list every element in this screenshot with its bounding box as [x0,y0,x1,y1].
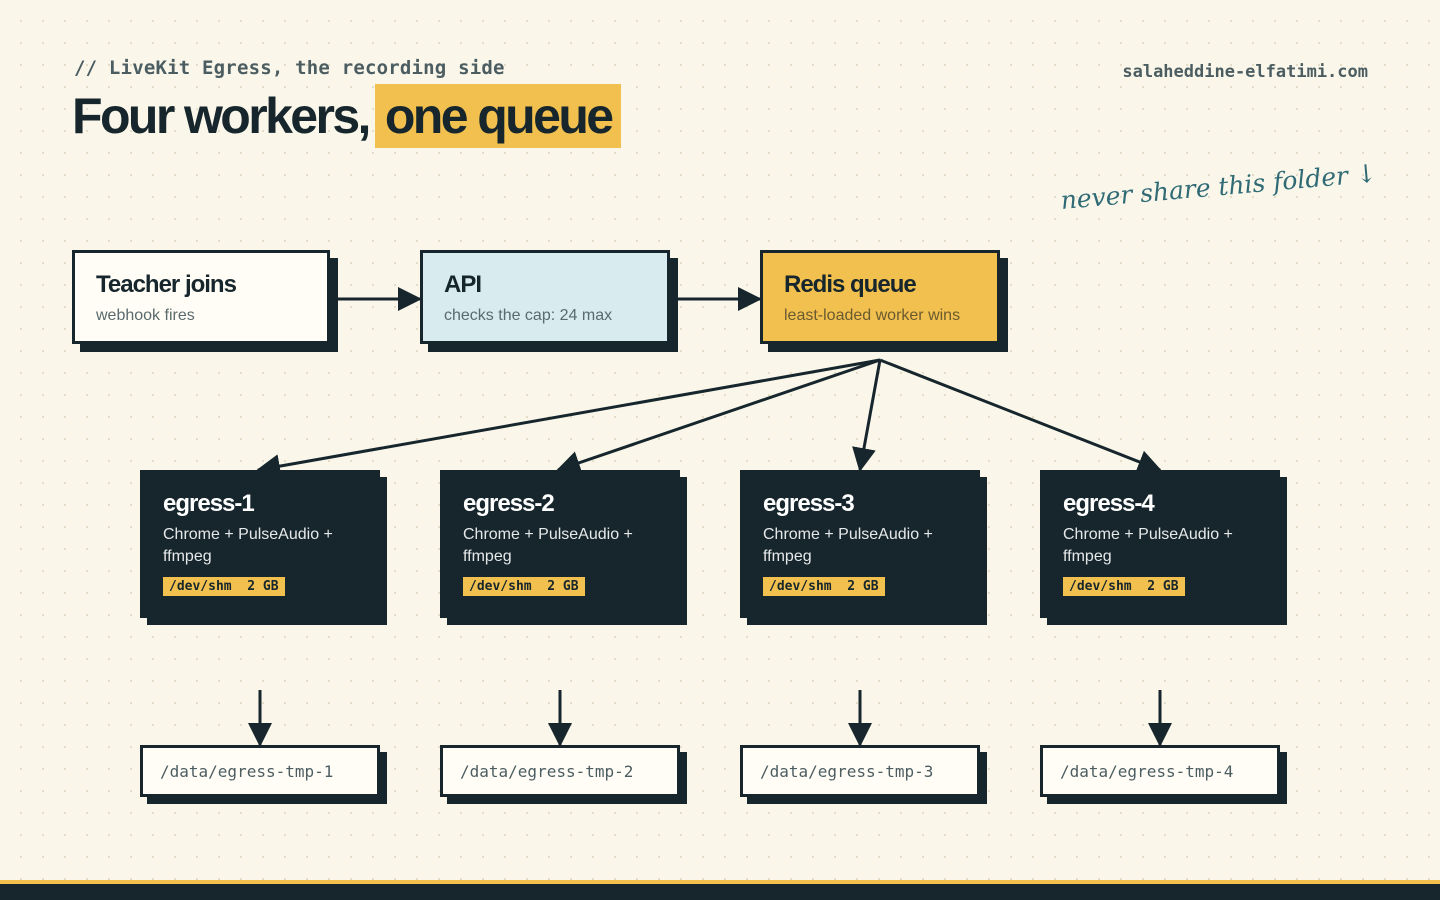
worker-egress-4: egress-4 Chrome + PulseAudio + ffmpeg /d… [1040,470,1280,618]
worker-stack: Chrome + PulseAudio + ffmpeg [1063,526,1233,565]
step-title: Teacher joins [96,271,237,298]
arrow-redis-to-egress-4 [879,358,1162,474]
folder-egress-tmp-4: /data/egress-tmp-4 [1040,745,1280,797]
folder-egress-tmp-3: /data/egress-tmp-3 [740,745,980,797]
shm-badge: /dev/shm 2 GB [163,577,285,596]
worker-egress-3: egress-3 Chrome + PulseAudio + ffmpeg /d… [740,470,980,618]
step-teacher-joins: Teacher joins webhook fires [72,250,330,344]
worker-name: egress-1 [163,490,255,517]
footer-bar [0,884,1440,900]
step-title: API [444,271,482,298]
worker-egress-2: egress-2 Chrome + PulseAudio + ffmpeg /d… [440,470,680,618]
arrow-redis-to-egress-1 [256,358,881,478]
step-subtitle: checks the cap: 24 max [444,307,613,324]
worker-stack: Chrome + PulseAudio + ffmpeg [163,526,333,565]
worker-egress-1: egress-1 Chrome + PulseAudio + ffmpeg /d… [140,470,380,618]
worker-name: egress-4 [1063,490,1155,517]
step-subtitle: least-loaded worker wins [784,307,961,324]
worker-name: egress-3 [763,490,855,517]
step-redis-queue: Redis queue least-loaded worker wins [760,250,1000,344]
shm-badge: /dev/shm 2 GB [763,577,885,596]
shm-badge: /dev/shm 2 GB [1063,577,1185,596]
step-api: API checks the cap: 24 max [420,250,670,344]
step-title: Redis queue [784,271,917,298]
folder-egress-tmp-1: /data/egress-tmp-1 [140,745,380,797]
arrow-redis-to-egress-2 [556,358,881,475]
folder-egress-tmp-2: /data/egress-tmp-2 [440,745,680,797]
shm-badge: /dev/shm 2 GB [463,577,585,596]
worker-stack: Chrome + PulseAudio + ffmpeg [763,526,933,565]
worker-name: egress-2 [463,490,555,517]
arrow-redis-to-egress-3 [852,359,882,472]
step-subtitle: webhook fires [96,307,195,324]
worker-stack: Chrome + PulseAudio + ffmpeg [463,526,633,565]
